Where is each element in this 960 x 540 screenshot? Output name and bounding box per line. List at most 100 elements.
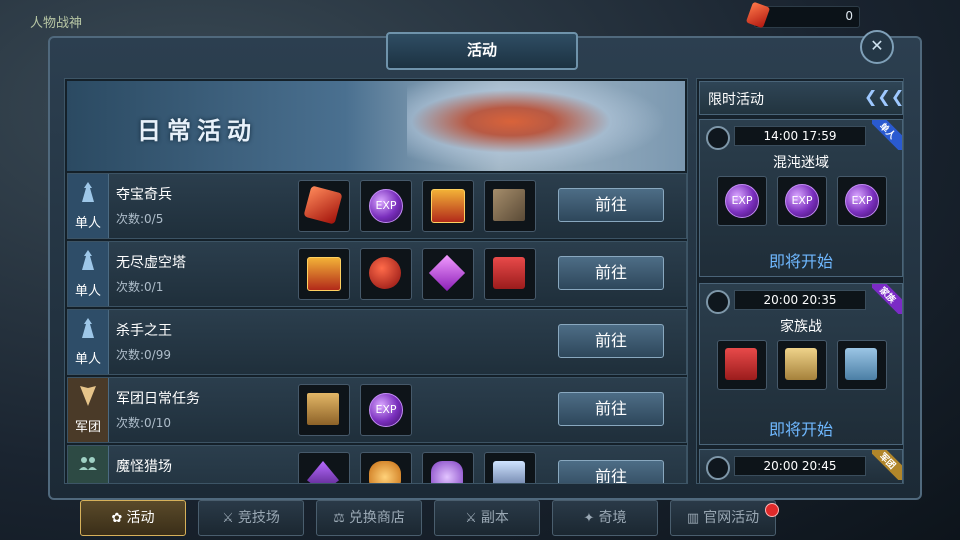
event-time: 20:00 20:45 bbox=[734, 456, 866, 476]
go-button[interactable]: 前往 bbox=[558, 392, 664, 426]
tab-arena[interactable]: ⚔ 竞技场 bbox=[198, 500, 304, 536]
reward-item[interactable] bbox=[777, 340, 827, 390]
activity-count: 次数:0/10 bbox=[116, 416, 171, 430]
wing-icon: ✦ bbox=[583, 511, 595, 526]
activity-count: 次数:0/1 bbox=[116, 280, 164, 294]
event-name: 家族战 bbox=[780, 319, 822, 335]
daily-activities-panel: 日常活动 单人 夺宝奇兵 次数:0/5 EXP 前往 单人 无尽虚空塔 次数:0… bbox=[64, 78, 688, 484]
purple-gem-icon bbox=[428, 254, 466, 292]
violet-gem-icon bbox=[431, 461, 463, 483]
tab-official-events[interactable]: ▥ 官网活动 bbox=[670, 500, 779, 536]
tab-wonderland[interactable]: ✦ 奇境 bbox=[552, 500, 658, 536]
swords-icon: ⚔ bbox=[222, 511, 234, 526]
event-type-tag: 军团 bbox=[872, 450, 902, 480]
stone-icon bbox=[493, 189, 525, 221]
event-name: 混沌迷域 bbox=[773, 155, 829, 171]
reward-item[interactable] bbox=[484, 248, 536, 300]
activity-name: 魔怪猎场 bbox=[116, 459, 172, 475]
activity-type-badge bbox=[68, 446, 109, 483]
exp-orb-icon: EXP bbox=[845, 184, 879, 218]
crate-icon bbox=[307, 393, 339, 425]
go-button[interactable]: 前往 bbox=[558, 460, 664, 483]
tab-activity[interactable]: ✿ 活动 bbox=[80, 500, 186, 536]
exp-orb-icon: EXP bbox=[725, 184, 759, 218]
amber-gem-icon bbox=[369, 461, 401, 483]
reward-item[interactable]: EXP bbox=[777, 176, 827, 226]
tab-exchange-shop[interactable]: ⚖ 兑换商店 bbox=[316, 500, 422, 536]
activity-type-label: 单人 bbox=[74, 352, 101, 367]
reward-item[interactable] bbox=[484, 180, 536, 232]
red-gem-icon bbox=[303, 185, 343, 225]
limited-events-panel: 限时活动 ❮❮❮ 14:00 17:59 单人 混沌迷域 EXP EXP EXP… bbox=[696, 78, 904, 484]
currency-display: 0 bbox=[745, 1, 860, 29]
activity-row: 单人 夺宝奇兵 次数:0/5 EXP 前往 bbox=[67, 173, 687, 239]
red-bag-icon bbox=[369, 257, 401, 289]
event-status[interactable]: 即将开始 bbox=[700, 248, 902, 272]
single-player-icon bbox=[82, 318, 94, 338]
activity-type-label: 军团 bbox=[74, 420, 101, 435]
gift-box-icon bbox=[493, 257, 525, 289]
gift-box-icon bbox=[725, 348, 757, 380]
activity-row: 单人 无尽虚空塔 次数:0/1 前往 bbox=[67, 241, 687, 307]
activity-type-label: 单人 bbox=[74, 284, 101, 299]
event-rewards: EXP EXP EXP bbox=[700, 176, 902, 228]
activity-count: 次数:0/99 bbox=[116, 348, 171, 362]
reward-item[interactable] bbox=[717, 340, 767, 390]
reward-item[interactable] bbox=[422, 248, 474, 300]
activity-type-badge: 单人 bbox=[68, 310, 109, 374]
crossed-swords-close-icon: ✕ bbox=[870, 36, 884, 55]
reward-item[interactable] bbox=[298, 180, 350, 232]
reward-item[interactable]: EXP bbox=[360, 180, 412, 232]
event-status[interactable]: 即将开始 bbox=[700, 416, 902, 440]
activity-name: 无尽虚空塔 bbox=[116, 255, 186, 271]
angel-illustration bbox=[407, 81, 667, 171]
reward-item[interactable] bbox=[298, 452, 350, 483]
go-button[interactable]: 前往 bbox=[558, 324, 664, 358]
gift-box-icon bbox=[785, 348, 817, 380]
reward-item[interactable] bbox=[360, 248, 412, 300]
exp-orb-icon: EXP bbox=[369, 189, 403, 223]
reward-item[interactable] bbox=[298, 384, 350, 436]
single-player-icon bbox=[82, 250, 94, 270]
banner-title: 日常活动 bbox=[137, 116, 257, 145]
event-type-tag: 家族 bbox=[872, 284, 902, 314]
reward-item[interactable] bbox=[422, 452, 474, 483]
event-card: 14:00 17:59 单人 混沌迷域 EXP EXP EXP 即将开始 bbox=[699, 119, 903, 277]
activity-row: 魔怪猎场 前往 bbox=[67, 445, 687, 483]
clock-icon bbox=[706, 456, 730, 480]
reward-item[interactable] bbox=[837, 340, 887, 390]
activity-type-badge: 单人 bbox=[68, 174, 109, 238]
gift-box-icon bbox=[845, 348, 877, 380]
reward-item[interactable]: EXP bbox=[360, 384, 412, 436]
purple-shard-icon bbox=[307, 461, 339, 483]
reward-item[interactable] bbox=[484, 452, 536, 483]
collapse-chevrons-icon[interactable]: ❮❮❮ bbox=[864, 86, 903, 108]
reward-item[interactable] bbox=[298, 248, 350, 300]
player-title-label: 人物战神 bbox=[30, 16, 83, 31]
event-time: 20:00 20:35 bbox=[734, 290, 866, 310]
go-button[interactable]: 前往 bbox=[558, 188, 664, 222]
activity-count: 次数:0/5 bbox=[116, 212, 164, 226]
event-card: 20:00 20:35 家族 家族战 即将开始 bbox=[699, 283, 903, 445]
clock-icon bbox=[706, 290, 730, 314]
daily-activities-banner: 日常活动 bbox=[67, 81, 685, 171]
ice-crystal-icon bbox=[493, 461, 525, 483]
close-button[interactable]: ✕ bbox=[860, 30, 894, 64]
legion-wings-icon bbox=[80, 386, 96, 406]
reward-item[interactable]: EXP bbox=[837, 176, 887, 226]
go-button[interactable]: 前往 bbox=[558, 256, 664, 290]
reward-item[interactable] bbox=[360, 452, 412, 483]
notification-dot bbox=[765, 503, 779, 517]
event-time: 14:00 17:59 bbox=[734, 126, 866, 146]
reward-item[interactable]: EXP bbox=[717, 176, 767, 226]
event-card: 20:00 20:45 军团 bbox=[699, 449, 903, 483]
currency-value: 0 bbox=[845, 9, 853, 23]
tab-dungeon[interactable]: ⚔ 副本 bbox=[434, 500, 540, 536]
activity-type-badge: 军团 bbox=[68, 378, 109, 442]
reward-item[interactable] bbox=[422, 180, 474, 232]
swords-icon: ⚔ bbox=[465, 511, 477, 526]
limited-events-header: 限时活动 ❮❮❮ bbox=[699, 81, 903, 115]
exp-orb-icon: EXP bbox=[785, 184, 819, 218]
scales-icon: ⚖ bbox=[333, 511, 345, 526]
activity-name: 夺宝奇兵 bbox=[116, 187, 172, 203]
